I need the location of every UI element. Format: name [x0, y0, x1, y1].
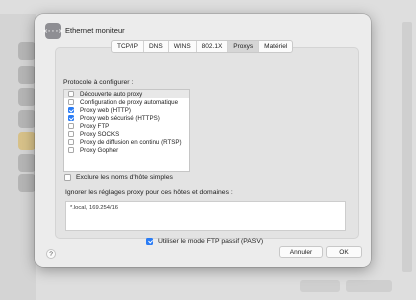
protocol-item[interactable]: Proxy Gopher: [64, 146, 189, 154]
protocol-label: Proxy web (HTTP): [80, 106, 131, 114]
ok-button[interactable]: OK: [326, 246, 362, 258]
protocol-item[interactable]: Proxy SOCKS: [64, 130, 189, 138]
background-phone-icon: [18, 174, 36, 192]
background-scroll: [402, 22, 412, 272]
protocol-section-label: Protocole à configurer :: [63, 79, 134, 86]
protocol-label: Découverte auto proxy: [80, 90, 143, 98]
protocol-checkbox[interactable]: [68, 131, 74, 137]
help-button[interactable]: ?: [46, 249, 56, 259]
tab-dns[interactable]: DNS: [144, 41, 169, 52]
tab-wins[interactable]: WINS: [169, 41, 197, 52]
tab-materiel[interactable]: Matériel: [259, 41, 292, 52]
background-button: [346, 280, 392, 292]
settings-tabs: TCP/IP DNS WINS 802.1X Proxys Matériel: [111, 40, 294, 53]
cancel-button[interactable]: Annuler: [279, 246, 323, 258]
protocol-item[interactable]: Configuration de proxy automatique: [64, 98, 189, 106]
protocol-item[interactable]: Découverte auto proxy: [64, 90, 189, 98]
protocol-label: Configuration de proxy automatique: [80, 98, 179, 106]
tab-proxys[interactable]: Proxys: [228, 41, 260, 52]
protocol-checkbox[interactable]: [68, 91, 74, 97]
protocol-label: Proxy FTP: [80, 122, 110, 130]
background-network-icon: [18, 154, 36, 172]
bypass-hosts-field[interactable]: *.local, 169.254/16: [65, 201, 346, 231]
exclude-simple-hostnames-row[interactable]: Exclure les noms d'hôte simples: [64, 174, 173, 181]
background-network-icon: [18, 88, 36, 106]
protocol-checkbox[interactable]: [68, 123, 74, 129]
protocol-label: Proxy SOCKS: [80, 130, 120, 138]
protocol-checkbox[interactable]: [68, 147, 74, 153]
protocol-checkbox[interactable]: [68, 139, 74, 145]
protocol-list[interactable]: Découverte auto proxy Configuration de pr…: [63, 89, 190, 172]
protocol-item[interactable]: Proxy de diffusion en continu (RTSP): [64, 138, 189, 146]
tab-8021x[interactable]: 802.1X: [197, 41, 229, 52]
protocol-label: Proxy Gopher: [80, 146, 119, 154]
proxy-panel: Protocole à configurer : Découverte auto…: [55, 47, 359, 245]
background-network-icon: [18, 110, 36, 128]
exclude-simple-hostnames-label: Exclure les noms d'hôte simples: [76, 174, 173, 181]
tab-tcpip[interactable]: TCP/IP: [112, 41, 144, 52]
background-button: [300, 280, 340, 292]
background-lock-icon: [18, 132, 36, 150]
exclude-simple-hostnames-checkbox[interactable]: [64, 174, 71, 181]
protocol-label: Proxy web sécurisé (HTTPS): [80, 114, 160, 122]
protocol-item[interactable]: Proxy FTP: [64, 122, 189, 130]
protocol-item[interactable]: Proxy web sécurisé (HTTPS): [64, 114, 189, 122]
protocol-checkbox[interactable]: [68, 99, 74, 105]
ethernet-icon: <···>: [43, 23, 63, 39]
background-network-icon: [18, 42, 36, 60]
sheet-title: Ethernet moniteur: [65, 26, 125, 35]
passive-ftp-label: Utiliser le mode FTP passif (PASV): [158, 238, 264, 245]
passive-ftp-checkbox[interactable]: [146, 238, 153, 245]
bypass-label: Ignorer les réglages proxy pour ces hôte…: [65, 189, 233, 196]
ethernet-settings-sheet: <···> Ethernet moniteur Protocole à conf…: [35, 14, 371, 267]
protocol-checkbox[interactable]: [68, 107, 74, 113]
protocol-checkbox[interactable]: [68, 115, 74, 121]
passive-ftp-row[interactable]: Utiliser le mode FTP passif (PASV): [146, 238, 263, 245]
protocol-item[interactable]: Proxy web (HTTP): [64, 106, 189, 114]
background-wifi-icon: [18, 66, 36, 84]
protocol-label: Proxy de diffusion en continu (RTSP): [80, 138, 182, 146]
